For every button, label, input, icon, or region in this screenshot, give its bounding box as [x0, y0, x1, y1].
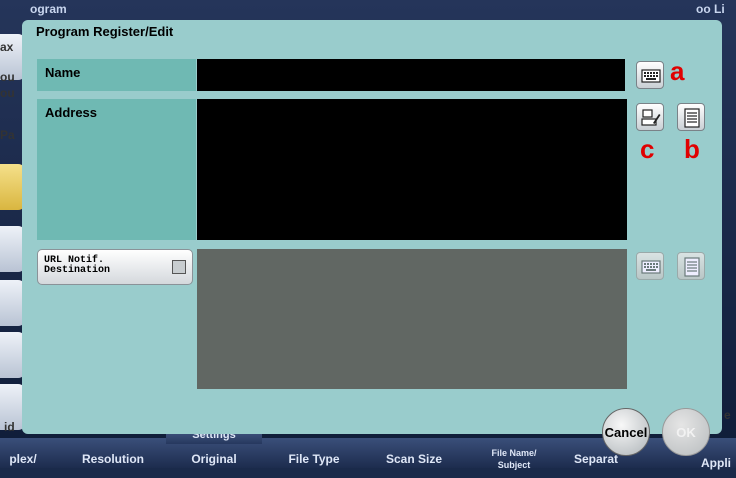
url-notif-destination-toggle[interactable]: URL Notif. Destination — [37, 249, 193, 285]
bg-left-text-5: id — [4, 420, 15, 434]
address-book-icon — [684, 257, 700, 277]
marker-a: a — [670, 56, 685, 86]
name-keyboard-button[interactable] — [636, 61, 664, 89]
marker-b: b — [684, 134, 700, 164]
address-field[interactable] — [197, 99, 627, 240]
bg-program-tab-fragment: ogram — [30, 2, 67, 16]
bottom-tab-original[interactable]: Original — [166, 444, 262, 468]
url-address-book-button — [677, 252, 705, 280]
bottom-tab-resolution[interactable]: Resolution — [66, 444, 160, 468]
cancel-button[interactable]: Cancel — [602, 408, 650, 456]
name-field[interactable] — [197, 59, 625, 91]
keyboard-icon — [641, 260, 661, 274]
bg-right-text: e — [724, 408, 731, 422]
direct-input-icon — [641, 109, 661, 126]
address-book-icon — [684, 108, 700, 128]
name-label: Name — [37, 59, 196, 91]
url-keyboard-button — [636, 252, 664, 280]
url-notif-checkbox[interactable] — [172, 260, 186, 274]
bottom-tab-file-type[interactable]: File Type — [266, 444, 362, 468]
bottom-tab-application[interactable]: Appli — [696, 448, 736, 472]
bg-left-text-1: ax — [0, 40, 14, 54]
keyboard-icon — [641, 69, 661, 83]
address-label: Address — [37, 99, 196, 240]
bg-left-text-4: Pa — [0, 128, 15, 142]
bg-left-text-2: ou — [0, 70, 15, 84]
bottom-tab-file-name-subject[interactable]: File Name/ Subject — [466, 447, 562, 471]
url-notif-label: URL Notif. Destination — [44, 255, 111, 276]
marker-c: c — [640, 134, 655, 164]
ok-button[interactable]: OK — [662, 408, 710, 456]
url-destination-field — [197, 249, 627, 389]
bg-top-right-fragment: oo Li — [696, 2, 725, 16]
bottom-tab-scan-size[interactable]: Scan Size — [366, 444, 462, 468]
address-book-button[interactable] — [677, 103, 705, 131]
bg-left-text-3: ou — [0, 86, 15, 100]
address-direct-input-button[interactable] — [636, 103, 664, 131]
bottom-tab-duplex[interactable]: plex/ — [0, 444, 46, 468]
dialog-title: Program Register/Edit — [36, 24, 174, 39]
